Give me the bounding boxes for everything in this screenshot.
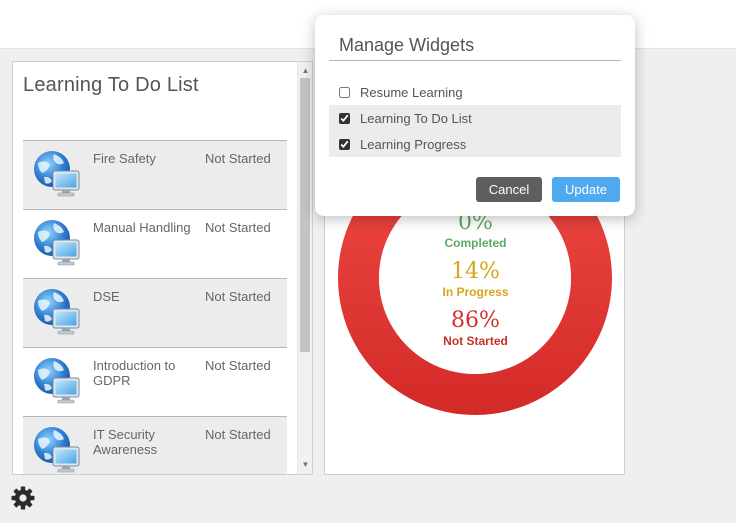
option-label: Learning Progress [360,136,467,152]
course-name[interactable]: Fire Safety [93,151,193,166]
learning-todo-list-checkbox[interactable] [339,112,350,124]
option-label: Resume Learning [360,84,463,100]
in-progress-label: In Progress [442,285,509,299]
not-started-stat: 86% Not Started [325,308,624,348]
scroll-down-icon[interactable]: ▼ [298,458,312,472]
todo-item[interactable]: Fire Safety Not Started [23,140,287,209]
gear-icon[interactable] [10,485,36,511]
course-status: Not Started [205,151,271,166]
learning-todo-widget: Learning To Do List Fire Safety Not Star… [12,61,313,475]
course-status: Not Started [205,289,271,304]
update-button[interactable]: Update [552,177,620,202]
option-resume-learning[interactable]: Resume Learning [329,79,621,105]
not-started-label: Not Started [443,334,508,348]
course-status: Not Started [205,358,271,373]
cancel-button[interactable]: Cancel [476,177,542,202]
todo-item[interactable]: Introduction to GDPR Not Started [23,347,287,416]
in-progress-percent: 14% [451,259,500,284]
todo-item[interactable]: IT Security Awareness Not Started [23,416,287,475]
not-started-percent: 86% [451,308,500,333]
dialog-divider [329,60,621,61]
todo-widget-title: Learning To Do List [23,74,199,96]
course-name[interactable]: DSE [93,289,193,304]
todo-list: Fire Safety Not Started Manual Handling … [23,140,287,475]
todo-item[interactable]: Manual Handling Not Started [23,209,287,278]
globe-computer-icon [32,287,82,337]
option-learning-todo-list[interactable]: Learning To Do List [329,105,621,131]
globe-computer-icon [32,356,82,406]
scroll-up-icon[interactable]: ▲ [298,64,312,78]
globe-computer-icon [32,425,82,475]
todo-item[interactable]: DSE Not Started [23,278,287,347]
learning-progress-checkbox[interactable] [339,138,350,150]
completed-stat: 0% Completed [325,210,624,250]
scroll-thumb[interactable] [300,78,310,352]
in-progress-stat: 14% In Progress [325,259,624,299]
dialog-title: Manage Widgets [339,35,475,55]
option-learning-progress[interactable]: Learning Progress [329,131,621,157]
course-name[interactable]: IT Security Awareness [93,427,193,457]
course-name[interactable]: Manual Handling [93,220,193,235]
completed-label: Completed [444,236,507,250]
option-label: Learning To Do List [360,110,472,126]
todo-scrollbar[interactable]: ▲ ▼ [297,62,312,474]
course-name[interactable]: Introduction to GDPR [93,358,193,388]
globe-computer-icon [32,149,82,199]
manage-widgets-dialog: Manage Widgets Resume Learning Learning … [315,15,635,216]
course-status: Not Started [205,220,271,235]
resume-learning-checkbox[interactable] [339,86,350,98]
course-status: Not Started [205,427,271,442]
globe-computer-icon [32,218,82,268]
